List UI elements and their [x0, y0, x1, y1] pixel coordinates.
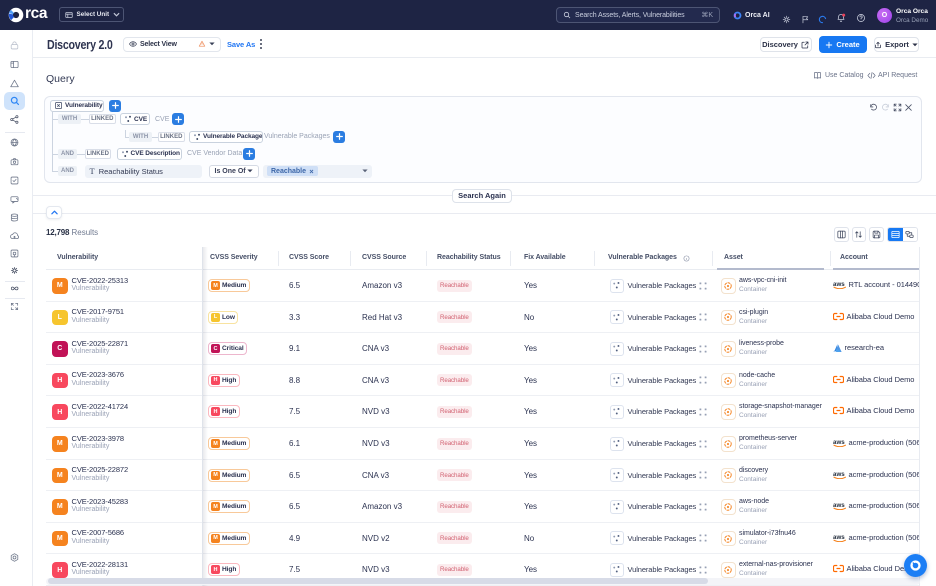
svg-text:aws: aws: [833, 281, 845, 288]
svg-text:aws: aws: [833, 471, 845, 478]
svg-text:aws: aws: [833, 502, 845, 509]
svg-text:aws: aws: [833, 439, 845, 446]
svg-text:aws: aws: [833, 534, 845, 541]
